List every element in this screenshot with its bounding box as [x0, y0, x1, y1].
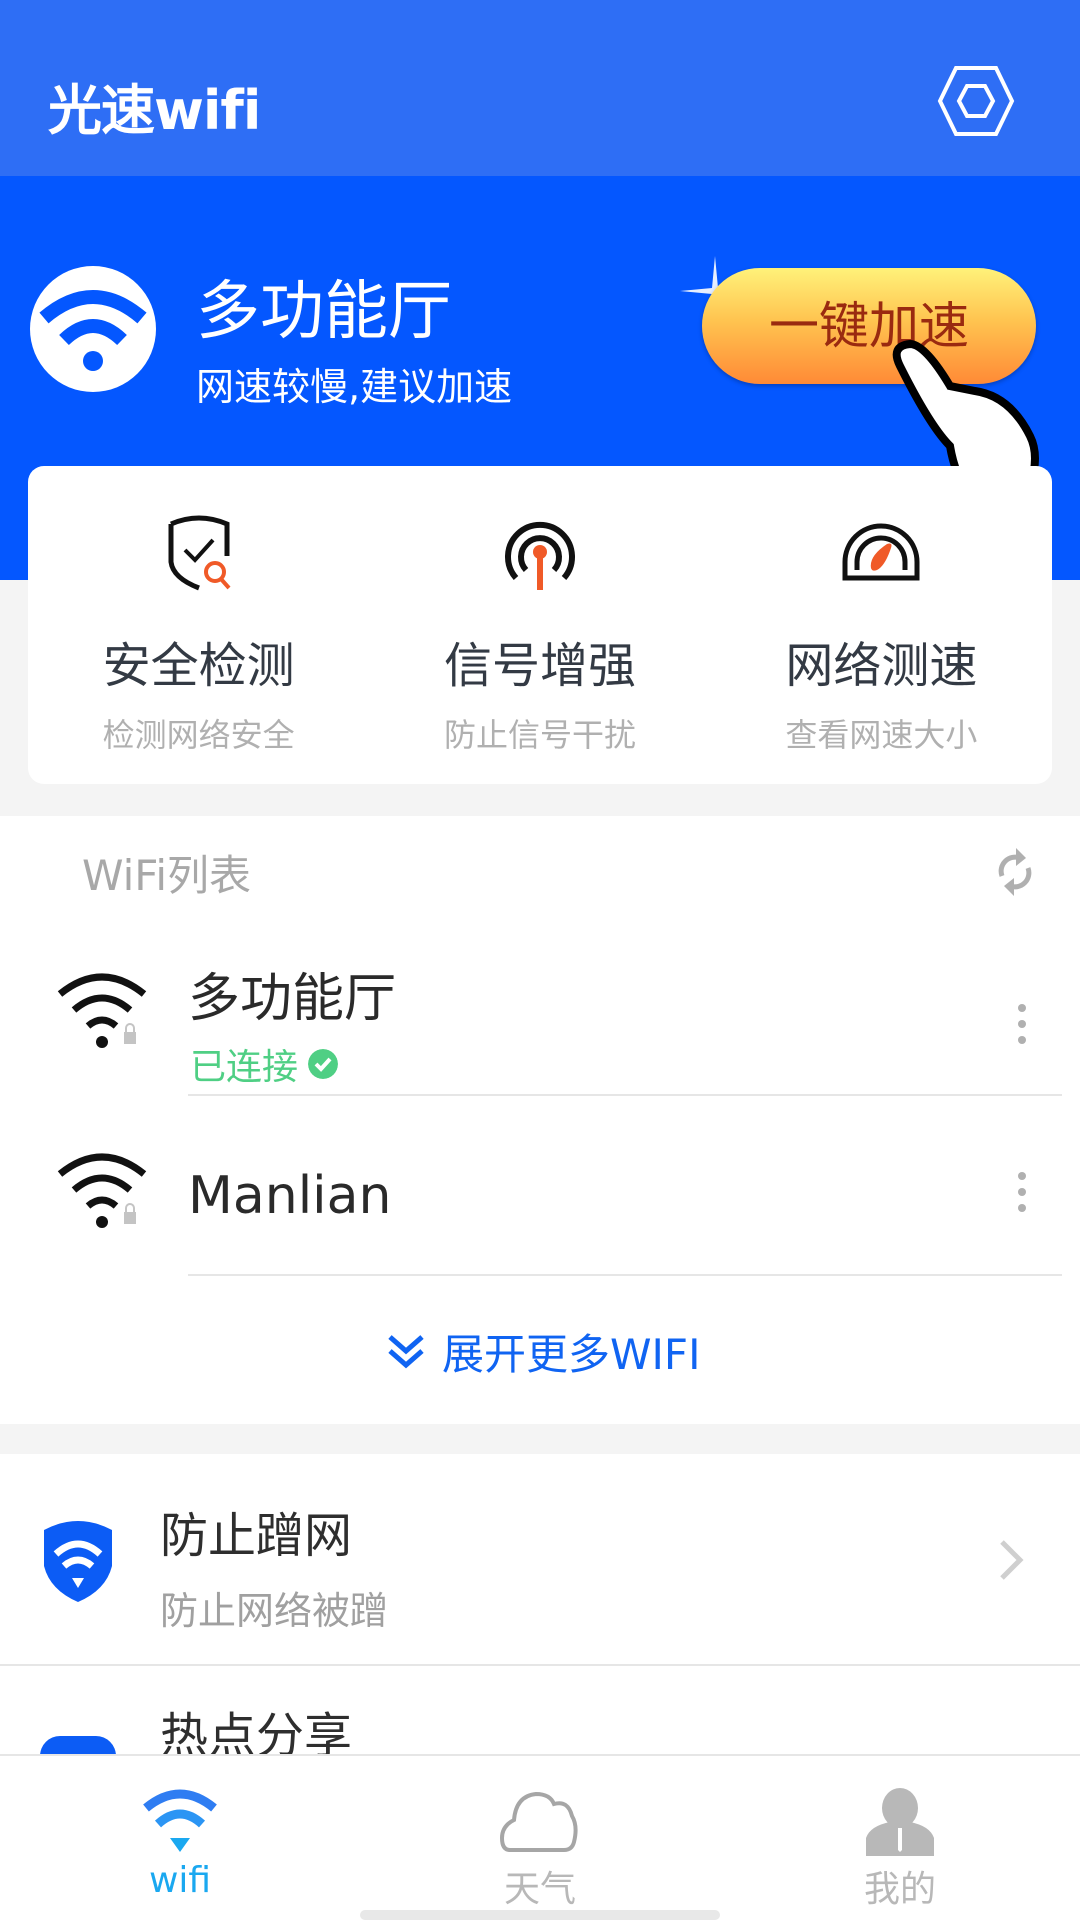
- wifi-name: 多功能厅: [188, 969, 397, 1029]
- double-chevron-down-icon: [388, 1335, 424, 1369]
- wifi-icon: [30, 266, 156, 392]
- feature-title: 热点分享: [160, 1708, 353, 1754]
- feature-item-hotspot-share[interactable]: 热点分享: [0, 1666, 1080, 1754]
- divider: [188, 1274, 1062, 1276]
- app-title: 光速wifi: [48, 79, 261, 142]
- shield-search-icon: [168, 515, 231, 591]
- wifi-signal-locked-icon: [57, 1153, 147, 1228]
- check-circle-icon: [308, 1049, 339, 1079]
- feature-title: 防止蹭网: [160, 1508, 353, 1564]
- nav-label: 我的: [863, 1869, 936, 1910]
- tool-title: 网络测速: [785, 638, 978, 694]
- wifi-icon: [143, 1789, 217, 1852]
- wifi-signal-locked-icon: [57, 973, 147, 1048]
- expand-more-wifi-button[interactable]: 展开更多WIFI: [386, 1316, 700, 1386]
- tool-title: 安全检测: [102, 638, 295, 694]
- wifi-connected-status: 已连接: [190, 1038, 339, 1090]
- shield-wifi-icon: [44, 1521, 112, 1602]
- expand-more-label: 展开更多WIFI: [442, 1329, 701, 1379]
- hotspot-icon: [40, 1736, 116, 1754]
- more-options-icon[interactable]: [1010, 1000, 1034, 1050]
- speed-status-message: 网速较慢,建议加速: [196, 365, 513, 409]
- current-network-name: 多功能厅: [196, 275, 452, 349]
- tool-security-check[interactable]: 安全检测 检测网络安全: [28, 466, 369, 784]
- nav-label: 天气: [503, 1869, 576, 1910]
- speedometer-icon: [842, 523, 920, 581]
- tool-subtitle: 查看网速大小: [785, 716, 978, 754]
- nav-label: wifi: [148, 1860, 212, 1901]
- tool-subtitle: 检测网络安全: [102, 716, 295, 754]
- cloud-icon: [500, 1791, 578, 1852]
- wifi-list-header: WiFi列表: [82, 851, 252, 900]
- tool-speed-test[interactable]: 网络测速 查看网速大小: [711, 466, 1052, 784]
- hexagon-settings-icon: [937, 66, 1015, 136]
- more-options-icon[interactable]: [1010, 1168, 1034, 1218]
- antenna-signal-icon: [504, 521, 575, 590]
- app-root: 光速wifi 多功能厅 网速较慢,建议加速 一键加速 安全检测 检测网络安全 信…: [0, 0, 1080, 1920]
- wifi-name: Manlian: [188, 1166, 392, 1226]
- user-icon: [866, 1788, 934, 1856]
- home-indicator[interactable]: [360, 1910, 720, 1920]
- top-bar: 光速wifi: [0, 0, 1080, 176]
- nav-tab-mine[interactable]: 我的: [720, 1756, 1080, 1920]
- chevron-right-icon: [1000, 1540, 1024, 1580]
- wifi-list-item[interactable]: Manlian: [0, 1116, 1080, 1296]
- feature-subtitle: 防止网络被蹭: [160, 1589, 389, 1633]
- refresh-icon[interactable]: [994, 846, 1036, 898]
- settings-button[interactable]: [936, 62, 1016, 140]
- feature-item-anti-leech[interactable]: 防止蹭网 防止网络被蹭: [0, 1454, 1080, 1666]
- tool-signal-boost[interactable]: 信号增强 防止信号干扰: [369, 466, 710, 784]
- wifi-list-item[interactable]: 多功能厅 已连接: [0, 938, 1080, 1118]
- tool-subtitle: 防止信号干扰: [443, 716, 636, 754]
- feature-list: 防止蹭网 防止网络被蹭 热点分享: [0, 1454, 1080, 1754]
- nav-tab-weather[interactable]: 天气: [360, 1756, 720, 1920]
- tool-title: 信号增强: [443, 638, 636, 694]
- nav-tab-wifi[interactable]: wifi: [0, 1756, 360, 1920]
- tools-card: 安全检测 检测网络安全 信号增强 防止信号干扰 网络测速 查看网速大小: [28, 466, 1052, 784]
- divider: [188, 1094, 1062, 1096]
- connection-status-text: 已连接: [190, 1047, 299, 1088]
- bottom-nav: wifi 天气 我的: [0, 1754, 1080, 1920]
